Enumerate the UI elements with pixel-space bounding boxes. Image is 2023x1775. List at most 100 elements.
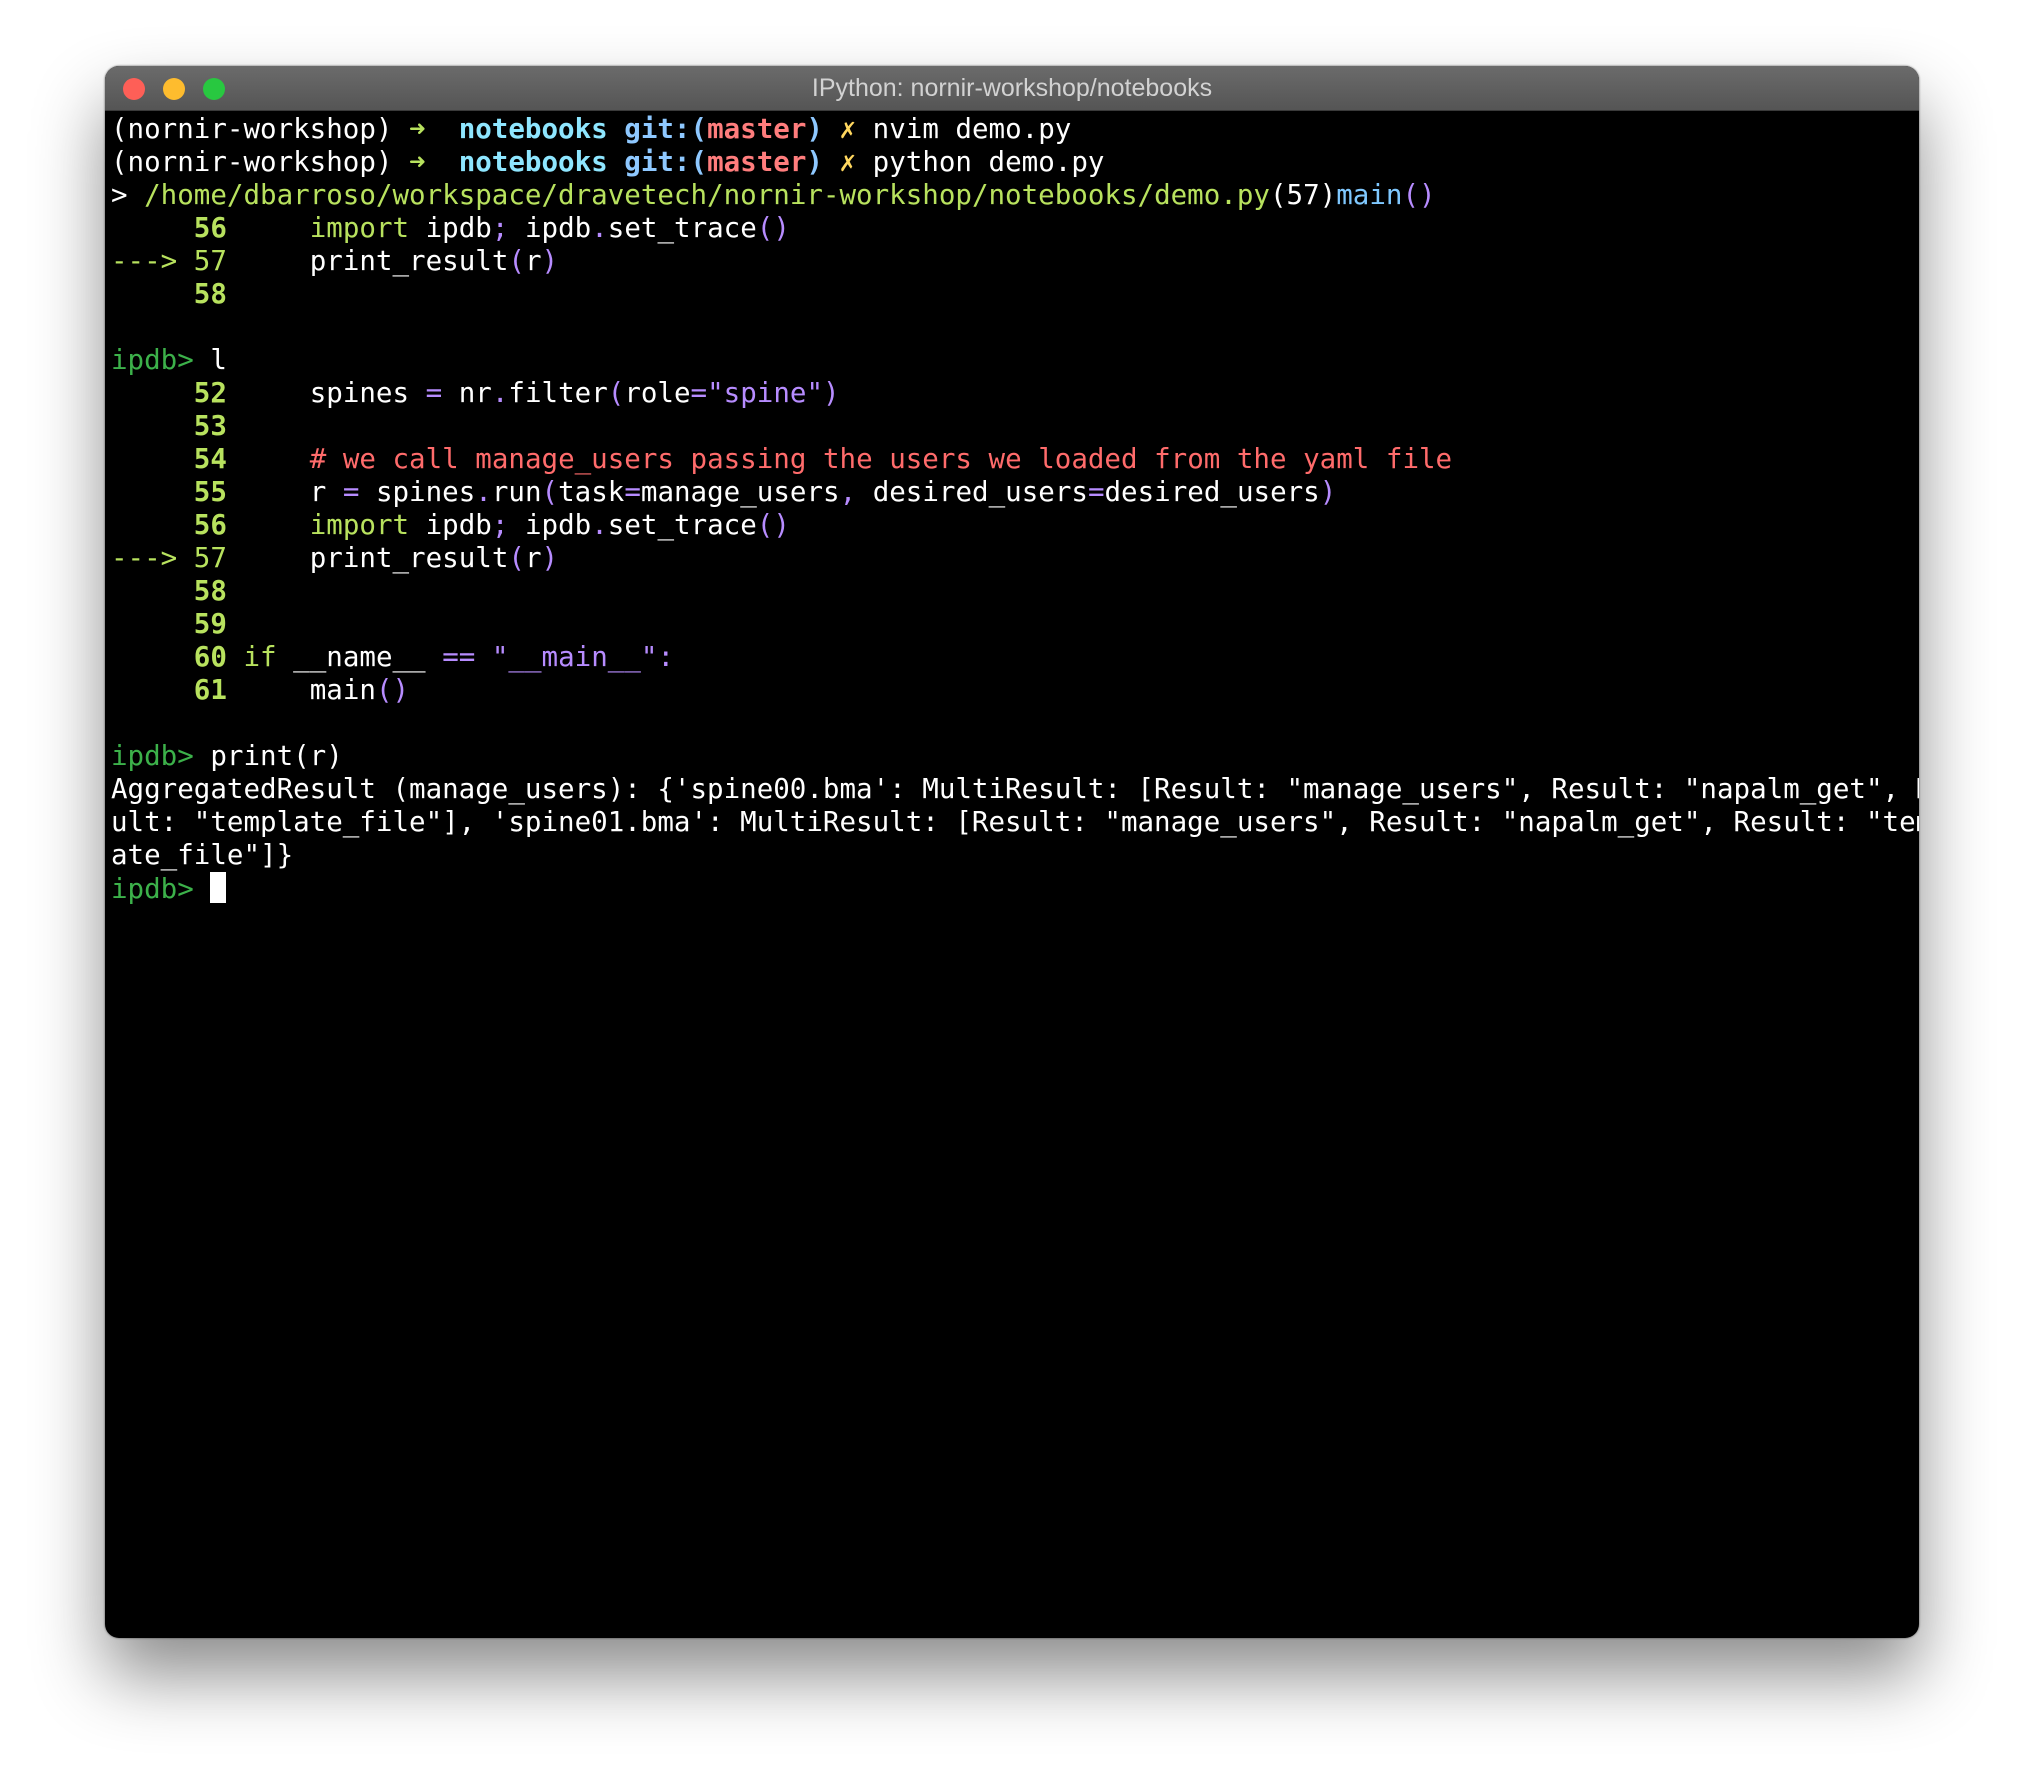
terminal-text: ): [806, 113, 823, 145]
terminal-text: ipdb: [409, 212, 492, 244]
terminal-output[interactable]: (nornir-workshop) ➜ notebooks git:(maste…: [111, 113, 1919, 1638]
terminal-text: .: [591, 212, 608, 244]
terminal-line: 58: [111, 575, 1913, 608]
terminal-text: /home/dbarroso/workspace/dravetech/norni…: [144, 179, 1270, 211]
terminal-text: set_trace: [607, 212, 757, 244]
terminal-text: ,: [839, 476, 857, 508]
terminal-text: =: [690, 377, 708, 409]
terminal-text: ipdb>: [111, 344, 211, 376]
terminal-text: 58: [193, 575, 227, 607]
terminal-window: IPython: nornir-workshop/notebooks (norn…: [105, 66, 1919, 1638]
terminal-line: 53: [111, 410, 1913, 443]
terminal-line: ipdb> print(r): [111, 740, 1913, 773]
terminal-text: ult: "template_file"], 'spine01.bma': Mu…: [111, 806, 1919, 838]
terminal-text: r: [524, 245, 542, 277]
terminal-text: notebooks: [458, 146, 608, 178]
terminal-text: =: [425, 377, 443, 409]
terminal-text: ipdb>: [111, 740, 211, 772]
terminal-text: (57): [1269, 179, 1337, 211]
terminal-text: (nornir-workshop): [111, 146, 410, 178]
terminal-text: .: [591, 509, 608, 541]
terminal-text: main: [226, 674, 376, 706]
terminal-text: =: [342, 476, 360, 508]
terminal-text: 56: [193, 212, 227, 244]
terminal-text: ✗: [839, 113, 857, 145]
terminal-line: ult: "template_file"], 'spine01.bma': Mu…: [111, 806, 1919, 839]
terminal-line: (nornir-workshop) ➜ notebooks git:(maste…: [111, 113, 1913, 146]
window-title: IPython: nornir-workshop/notebooks: [811, 74, 1213, 102]
terminal-text: ): [541, 245, 559, 277]
terminal-text: __name__: [276, 641, 443, 673]
terminal-line: 56 import ipdb; ipdb.set_trace(): [111, 212, 1913, 245]
terminal-text: (: [508, 245, 525, 277]
terminal-text: "__main__": [491, 641, 658, 673]
terminal-text: 57: [193, 542, 227, 574]
terminal-text: .: [475, 476, 492, 508]
terminal-text: (): [375, 674, 410, 706]
terminal-text: --->: [111, 245, 194, 277]
terminal-text: ate_file"]}: [111, 839, 294, 871]
terminal-text: 55: [193, 476, 227, 508]
terminal-text: ;: [491, 509, 509, 541]
terminal-text: task: [558, 476, 625, 508]
terminal-text: nr: [442, 377, 492, 409]
terminal-text: ==: [442, 641, 476, 673]
terminal-text: desired_users: [1104, 476, 1320, 508]
terminal-text: ➜: [409, 146, 459, 178]
terminal-text: 53: [193, 410, 227, 442]
terminal-text: # we call manage_users passing the users…: [309, 443, 1453, 475]
terminal-line: 55 r = spines.run(task=manage_users, des…: [111, 476, 1913, 509]
terminal-text: r: [226, 476, 343, 508]
terminal-line: (nornir-workshop) ➜ notebooks git:(maste…: [111, 146, 1913, 179]
terminal-line: ---> 57 print_result(r): [111, 245, 1913, 278]
terminal-text: git:(: [624, 146, 708, 178]
terminal-text: =: [1087, 476, 1105, 508]
terminal-text: AggregatedResult (manage_users): {'spine…: [111, 773, 1919, 805]
terminal-text: (): [756, 509, 790, 541]
terminal-text: master: [707, 146, 807, 178]
title-bar[interactable]: IPython: nornir-workshop/notebooks: [105, 66, 1919, 111]
terminal-text: (): [756, 212, 790, 244]
terminal-text: ✗: [839, 146, 857, 178]
terminal-text: master: [707, 113, 807, 145]
terminal-line: ipdb> l: [111, 344, 1913, 377]
terminal-text: l: [210, 344, 227, 376]
terminal-line: 58: [111, 278, 1913, 311]
terminal-text: ): [1319, 476, 1337, 508]
terminal-text: :: [657, 641, 675, 673]
terminal-text: r: [524, 542, 542, 574]
terminal-text: nvim demo.py: [856, 113, 1072, 145]
terminal-text: 58: [193, 278, 227, 310]
terminal-text: 59: [193, 608, 227, 640]
terminal-text: role: [624, 377, 691, 409]
terminal-text: ipdb: [409, 509, 492, 541]
terminal-line: 59: [111, 608, 1913, 641]
terminal-text: run: [491, 476, 542, 508]
terminal-text: ipdb: [508, 212, 592, 244]
terminal-text: 57: [193, 245, 227, 277]
terminal-text: git:(: [624, 113, 708, 145]
terminal-line: ipdb>: [111, 872, 1913, 905]
terminal-text: desired_users: [856, 476, 1088, 508]
terminal-text: spines: [359, 476, 476, 508]
terminal-text: print_result: [226, 542, 509, 574]
terminal-text: 60: [193, 641, 227, 673]
